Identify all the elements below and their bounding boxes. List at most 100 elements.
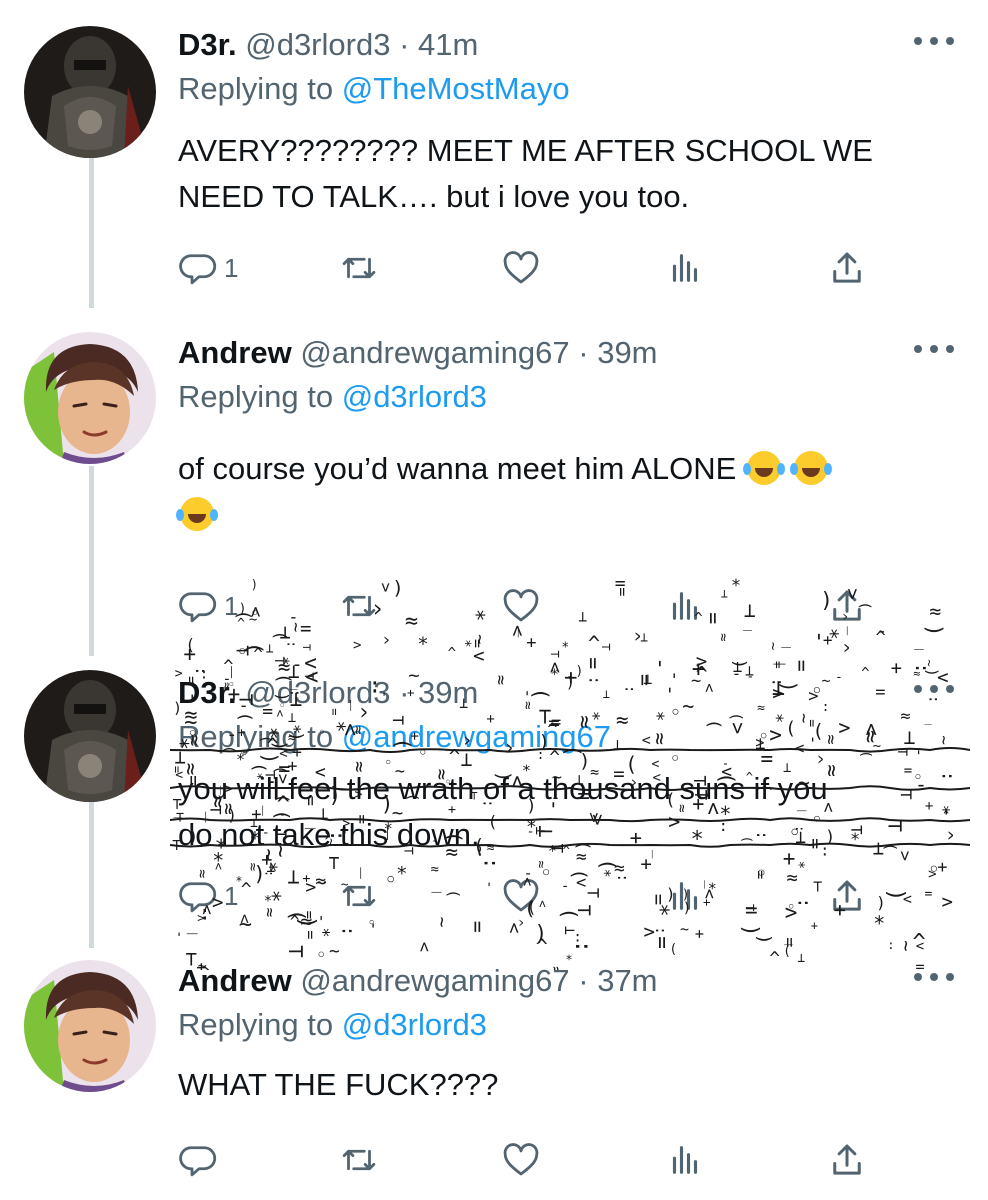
glitch-mark: *	[275, 657, 293, 666]
glitch-mark: =	[582, 657, 606, 669]
glitch-mark: +	[823, 630, 833, 649]
user-handle[interactable]: @d3rlord3	[245, 27, 390, 62]
display-name[interactable]: D3r.	[178, 27, 237, 62]
display-name[interactable]: D3r.	[178, 675, 237, 710]
reply-button[interactable]: 1	[178, 244, 238, 292]
glitch-mark: )	[535, 922, 548, 946]
like-button[interactable]	[500, 1136, 542, 1184]
avatar[interactable]	[24, 670, 156, 802]
glitch-mark: )	[883, 888, 908, 901]
glitch-mark: -	[660, 684, 682, 695]
drawn-character-avatar-image	[24, 332, 156, 464]
share-icon	[833, 880, 861, 911]
analytics-button[interactable]	[664, 872, 706, 920]
tweet-thread: D3r. @d3rlord3 · 41m Replying to @TheMos…	[0, 0, 988, 1200]
glitch-mark: -	[365, 921, 384, 931]
glitch-mark: ≈	[648, 732, 672, 745]
mention-link[interactable]: @d3rlord3	[342, 1007, 487, 1042]
timestamp[interactable]: 41m	[418, 27, 478, 62]
tweet-header: Andrew @andrewgaming67 · 39m	[178, 330, 658, 376]
separator-dot: ·	[578, 963, 589, 998]
glitch-mark: =	[875, 682, 885, 702]
glitch-mark: -	[835, 670, 843, 685]
glitch-mark: ~	[934, 735, 953, 745]
glitch-mark: ≈	[616, 708, 629, 732]
more-icon[interactable]	[914, 962, 954, 992]
glitch-mark: ≈	[244, 863, 260, 871]
analytics-button[interactable]	[664, 1136, 706, 1184]
more-icon[interactable]	[914, 674, 954, 704]
glitch-mark: ^	[624, 632, 643, 642]
analytics-icon	[672, 592, 698, 620]
knight-avatar-image	[24, 26, 156, 158]
glitch-mark: ◦	[236, 639, 248, 663]
glitch-mark: ^	[536, 935, 548, 959]
share-icon	[833, 252, 861, 283]
glitch-mark: *	[417, 634, 428, 656]
reply-button[interactable]: 1	[178, 582, 238, 630]
share-button[interactable]	[826, 872, 868, 920]
glitch-mark: ~	[873, 739, 881, 755]
like-button[interactable]	[500, 582, 542, 630]
retweet-button[interactable]	[338, 582, 380, 630]
share-button[interactable]	[826, 1136, 868, 1184]
glitch-mark: *	[550, 667, 558, 683]
glitch-mark: <	[860, 723, 884, 736]
user-handle[interactable]: @andrewgaming67	[300, 335, 569, 370]
like-icon	[503, 1143, 539, 1176]
glitch-mark: ⊥	[745, 661, 754, 679]
display-name[interactable]: Andrew	[178, 963, 292, 998]
glitch-mark: ⊥	[733, 657, 743, 676]
replying-label: Replying to	[178, 71, 342, 106]
avatar[interactable]	[24, 26, 156, 158]
glitch-mark: ⊤	[598, 643, 613, 651]
timestamp[interactable]: 39m	[597, 335, 657, 370]
glitch-mark: )	[754, 934, 775, 945]
glitch-mark: -	[746, 670, 754, 685]
avatar[interactable]	[24, 960, 156, 1092]
mention-link[interactable]: @d3rlord3	[342, 379, 487, 414]
user-handle[interactable]: @d3rlord3	[245, 675, 390, 710]
more-icon[interactable]	[914, 334, 954, 364]
like-button[interactable]	[500, 872, 542, 920]
reply-icon	[179, 1146, 217, 1177]
share-button[interactable]	[826, 244, 868, 292]
more-icon[interactable]	[914, 26, 954, 56]
glitch-mark: )	[922, 624, 946, 637]
reply-button[interactable]	[178, 1136, 220, 1184]
glitch-mark: >	[838, 716, 850, 740]
timestamp[interactable]: 39m	[418, 675, 478, 710]
retweet-button[interactable]	[338, 1136, 380, 1184]
reply-button[interactable]: 1	[178, 872, 238, 920]
mention-link[interactable]: @TheMostMayo	[342, 71, 570, 106]
glitch-mark: >	[769, 723, 782, 747]
share-button[interactable]	[826, 582, 868, 630]
like-icon	[503, 589, 539, 622]
glitch-mark: *	[766, 713, 786, 723]
display-name[interactable]: Andrew	[178, 335, 292, 370]
analytics-button[interactable]	[664, 582, 706, 630]
retweet-button[interactable]	[338, 244, 380, 292]
avatar[interactable]	[24, 332, 156, 464]
glitch-mark: =	[650, 936, 674, 949]
analytics-button[interactable]	[664, 244, 706, 292]
separator-dot: ·	[399, 27, 410, 62]
drawn-character-avatar-image	[24, 960, 156, 1092]
glitch-mark: ⊤	[271, 656, 289, 665]
glitch-mark: )	[566, 673, 575, 691]
user-handle[interactable]: @andrewgaming67	[300, 963, 569, 998]
tweet-header: D3r. @d3rlord3 · 41m	[178, 22, 478, 68]
tweet-text: of course you’d wanna meet him ALONE	[176, 446, 948, 538]
glitch-mark: ⊥	[603, 687, 610, 701]
thread-line	[89, 158, 94, 308]
glitch-mark: _	[925, 710, 933, 724]
glitch-mark: :	[480, 857, 504, 869]
replying-to: Replying to @d3rlord3	[178, 1002, 487, 1048]
glitch-mark: >	[726, 722, 750, 734]
mention-link[interactable]: @andrewgaming67	[342, 719, 611, 754]
retweet-button[interactable]	[338, 872, 380, 920]
glitch-mark: ⊥	[561, 926, 579, 935]
reply-count: 1	[224, 590, 239, 621]
like-button[interactable]	[500, 244, 542, 292]
timestamp[interactable]: 37m	[597, 963, 657, 998]
